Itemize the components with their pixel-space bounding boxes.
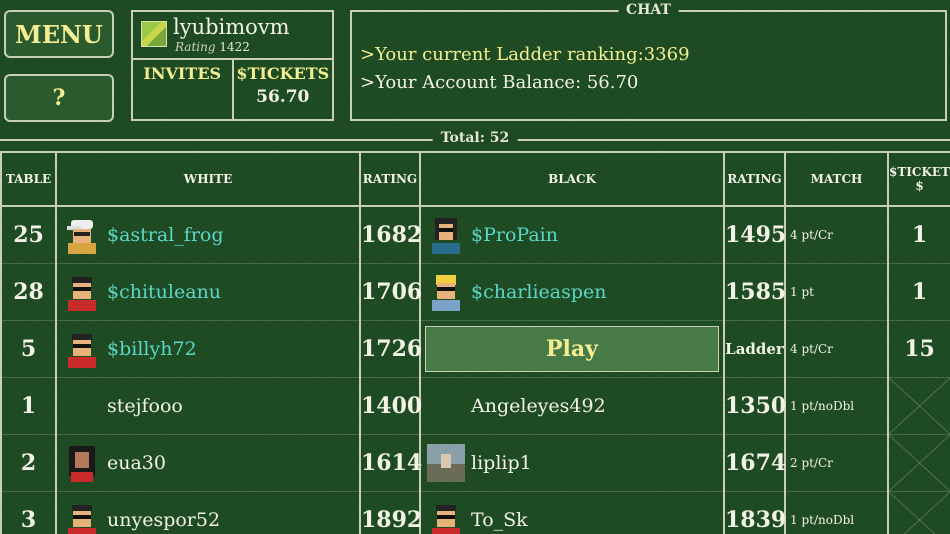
chat-message: >Your current Ladder ranking:3369 (360, 44, 690, 65)
white-player[interactable]: unyespor52 (107, 509, 220, 531)
avatar-cap-icon (67, 219, 96, 254)
tables-list: TABLE WHITE RATING BLACK RATING MATCH $T… (0, 151, 950, 534)
table-number: 1 (0, 377, 57, 435)
black-rating: 1350 (723, 377, 786, 435)
ticket-count: 1 (887, 205, 950, 264)
table-number: 28 (0, 263, 57, 321)
col-white[interactable]: WHITE (55, 151, 361, 207)
black-player[interactable]: liplip1 (471, 452, 532, 474)
help-button[interactable]: ? (4, 74, 114, 122)
black-rating: 1585 (723, 263, 786, 321)
white-rating: 1892 (359, 491, 422, 534)
no-tickets-cell (887, 491, 950, 534)
match-type: 1 pt (784, 263, 889, 321)
avatar-sunglasses-icon (432, 504, 460, 534)
table-row[interactable]: 25 $astral_frog 1682 $ProPain 1495 4 pt/… (0, 205, 950, 264)
ticket-count: 15 (887, 320, 950, 378)
black-rating: 1674 (723, 434, 786, 492)
match-type: 1 pt/noDbl (784, 491, 889, 534)
white-player[interactable]: eua30 (107, 452, 166, 474)
col-tickets[interactable]: $TICKET $ (887, 151, 950, 207)
tickets-value: 56.70 (256, 87, 310, 107)
white-rating: 1726 (359, 320, 422, 378)
user-avatar[interactable] (141, 21, 167, 47)
chat-panel[interactable]: CHAT >Your current Ladder ranking:3369 >… (350, 2, 947, 121)
no-tickets-cell (887, 377, 950, 435)
table-row[interactable]: 3 unyespor52 1892 To_Sk 1839 1 pt/noDbl (0, 491, 950, 534)
match-type: 4 pt/Cr (784, 320, 889, 378)
black-player[interactable]: Angeleyes492 (471, 395, 606, 417)
table-row[interactable]: 2 eua30 1614 liplip1 1674 2 pt/Cr (0, 434, 950, 492)
profile-panel: lyubimovm Rating 1422 INVITES $TICKETS 5… (131, 10, 334, 121)
user-rating: Rating 1422 (175, 40, 250, 54)
white-player[interactable]: stejfooo (107, 395, 183, 417)
ladder-label: Ladder (723, 320, 786, 378)
avatar-sunglasses-icon (68, 333, 96, 368)
username: lyubimovm (173, 15, 290, 39)
chat-message: >Your Account Balance: 56.70 (360, 72, 639, 93)
white-player[interactable]: $chituleanu (107, 281, 221, 303)
match-type: 2 pt/Cr (784, 434, 889, 492)
table-number: 25 (0, 205, 57, 264)
col-rating-white[interactable]: RATING (359, 151, 421, 207)
white-player[interactable]: $astral_frog (107, 224, 224, 246)
avatar-photo-icon (427, 443, 465, 482)
table-number: 2 (0, 434, 57, 492)
ticket-count: 1 (887, 263, 950, 321)
tickets-panel[interactable]: $TICKETS 56.70 (234, 60, 333, 119)
black-player[interactable]: To_Sk (471, 509, 528, 531)
white-rating: 1614 (359, 434, 422, 492)
match-type: 4 pt/Cr (784, 205, 889, 264)
table-number: 3 (0, 491, 57, 534)
avatar-sunglasses-icon (68, 504, 96, 534)
table-row[interactable]: 1 stejfooo 1400 Angeleyes492 1350 1 pt/n… (0, 377, 950, 435)
no-tickets-cell (887, 434, 950, 492)
menu-button[interactable]: MENU (4, 10, 114, 58)
avatar-darkhair-icon (69, 445, 95, 482)
table-number: 5 (0, 320, 57, 378)
white-rating: 1682 (359, 205, 422, 264)
black-rating: 1839 (723, 491, 786, 534)
invites-button[interactable]: INVITES (133, 60, 234, 119)
white-rating: 1706 (359, 263, 422, 321)
col-match[interactable]: MATCH (784, 151, 889, 207)
match-type: 1 pt/noDbl (784, 377, 889, 435)
chat-title: CHAT (618, 2, 679, 18)
avatar-sunglasses-icon (68, 276, 96, 311)
col-black[interactable]: BLACK (419, 151, 725, 207)
table-row[interactable]: 5 $billyh72 1726 Play Ladder 4 pt/Cr 15 (0, 320, 950, 378)
black-player[interactable]: $ProPain (471, 224, 558, 246)
cross-icon (889, 491, 950, 534)
play-button[interactable]: Play (425, 325, 719, 372)
table-row[interactable]: 28 $chituleanu 1706 $charlieaspen 1585 1… (0, 263, 950, 321)
avatar-blond-icon (432, 274, 460, 311)
white-player[interactable]: $billyh72 (107, 338, 197, 360)
col-rating-black[interactable]: RATING (723, 151, 786, 207)
white-rating: 1400 (359, 377, 422, 435)
cross-icon (889, 377, 950, 434)
col-table[interactable]: TABLE (0, 151, 57, 207)
black-player[interactable]: $charlieaspen (471, 281, 607, 303)
black-rating: 1495 (723, 205, 786, 264)
total-count: Total: 52 (432, 130, 518, 146)
avatar-longhair-icon (432, 217, 460, 254)
cross-icon (889, 434, 950, 491)
